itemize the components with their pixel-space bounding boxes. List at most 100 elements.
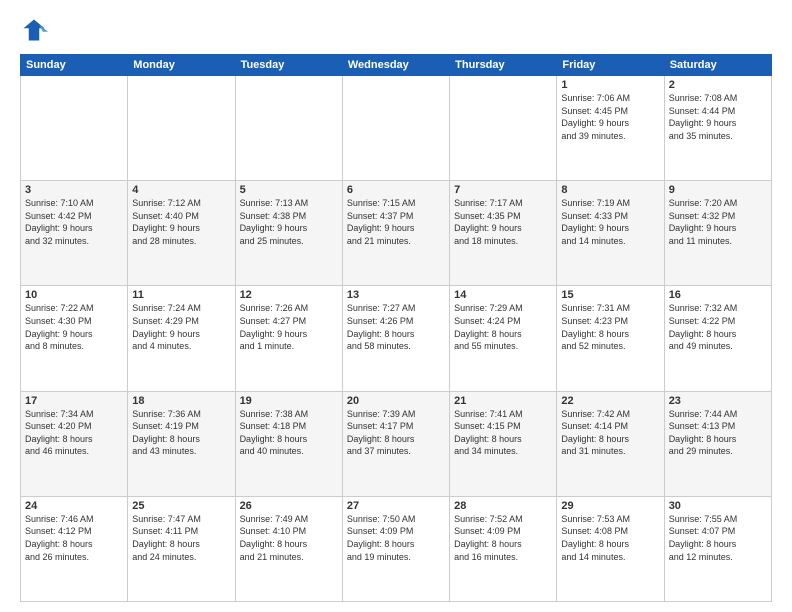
week-row-3: 17Sunrise: 7:34 AM Sunset: 4:20 PM Dayli… <box>21 391 772 496</box>
day-number: 24 <box>25 500 123 512</box>
logo <box>20 16 52 44</box>
day-info: Sunrise: 7:46 AM Sunset: 4:12 PM Dayligh… <box>25 513 123 563</box>
day-cell <box>21 76 128 181</box>
day-info: Sunrise: 7:15 AM Sunset: 4:37 PM Dayligh… <box>347 197 445 247</box>
day-number: 19 <box>240 395 338 407</box>
day-info: Sunrise: 7:32 AM Sunset: 4:22 PM Dayligh… <box>669 302 767 352</box>
day-cell <box>450 76 557 181</box>
calendar-header: SundayMondayTuesdayWednesdayThursdayFrid… <box>21 55 772 76</box>
day-cell: 24Sunrise: 7:46 AM Sunset: 4:12 PM Dayli… <box>21 496 128 601</box>
day-info: Sunrise: 7:55 AM Sunset: 4:07 PM Dayligh… <box>669 513 767 563</box>
day-info: Sunrise: 7:13 AM Sunset: 4:38 PM Dayligh… <box>240 197 338 247</box>
day-number: 18 <box>132 395 230 407</box>
logo-icon <box>20 16 48 44</box>
day-number: 30 <box>669 500 767 512</box>
calendar: SundayMondayTuesdayWednesdayThursdayFrid… <box>20 54 772 602</box>
day-number: 12 <box>240 289 338 301</box>
day-number: 8 <box>561 184 659 196</box>
day-cell: 27Sunrise: 7:50 AM Sunset: 4:09 PM Dayli… <box>342 496 449 601</box>
day-cell: 20Sunrise: 7:39 AM Sunset: 4:17 PM Dayli… <box>342 391 449 496</box>
day-number: 10 <box>25 289 123 301</box>
week-row-2: 10Sunrise: 7:22 AM Sunset: 4:30 PM Dayli… <box>21 286 772 391</box>
day-cell: 14Sunrise: 7:29 AM Sunset: 4:24 PM Dayli… <box>450 286 557 391</box>
day-cell: 30Sunrise: 7:55 AM Sunset: 4:07 PM Dayli… <box>664 496 771 601</box>
day-cell: 2Sunrise: 7:08 AM Sunset: 4:44 PM Daylig… <box>664 76 771 181</box>
weekday-wednesday: Wednesday <box>342 55 449 76</box>
day-cell: 18Sunrise: 7:36 AM Sunset: 4:19 PM Dayli… <box>128 391 235 496</box>
day-info: Sunrise: 7:50 AM Sunset: 4:09 PM Dayligh… <box>347 513 445 563</box>
day-number: 6 <box>347 184 445 196</box>
day-number: 5 <box>240 184 338 196</box>
day-info: Sunrise: 7:38 AM Sunset: 4:18 PM Dayligh… <box>240 408 338 458</box>
day-cell: 4Sunrise: 7:12 AM Sunset: 4:40 PM Daylig… <box>128 181 235 286</box>
day-info: Sunrise: 7:17 AM Sunset: 4:35 PM Dayligh… <box>454 197 552 247</box>
day-info: Sunrise: 7:22 AM Sunset: 4:30 PM Dayligh… <box>25 302 123 352</box>
day-number: 14 <box>454 289 552 301</box>
day-cell: 3Sunrise: 7:10 AM Sunset: 4:42 PM Daylig… <box>21 181 128 286</box>
week-row-4: 24Sunrise: 7:46 AM Sunset: 4:12 PM Dayli… <box>21 496 772 601</box>
week-row-1: 3Sunrise: 7:10 AM Sunset: 4:42 PM Daylig… <box>21 181 772 286</box>
weekday-saturday: Saturday <box>664 55 771 76</box>
day-info: Sunrise: 7:12 AM Sunset: 4:40 PM Dayligh… <box>132 197 230 247</box>
weekday-monday: Monday <box>128 55 235 76</box>
day-number: 13 <box>347 289 445 301</box>
day-cell: 9Sunrise: 7:20 AM Sunset: 4:32 PM Daylig… <box>664 181 771 286</box>
day-cell: 8Sunrise: 7:19 AM Sunset: 4:33 PM Daylig… <box>557 181 664 286</box>
day-number: 15 <box>561 289 659 301</box>
day-info: Sunrise: 7:44 AM Sunset: 4:13 PM Dayligh… <box>669 408 767 458</box>
day-info: Sunrise: 7:41 AM Sunset: 4:15 PM Dayligh… <box>454 408 552 458</box>
day-number: 7 <box>454 184 552 196</box>
day-info: Sunrise: 7:52 AM Sunset: 4:09 PM Dayligh… <box>454 513 552 563</box>
day-number: 21 <box>454 395 552 407</box>
day-number: 25 <box>132 500 230 512</box>
day-cell: 16Sunrise: 7:32 AM Sunset: 4:22 PM Dayli… <box>664 286 771 391</box>
day-number: 29 <box>561 500 659 512</box>
weekday-tuesday: Tuesday <box>235 55 342 76</box>
day-cell: 28Sunrise: 7:52 AM Sunset: 4:09 PM Dayli… <box>450 496 557 601</box>
day-cell: 25Sunrise: 7:47 AM Sunset: 4:11 PM Dayli… <box>128 496 235 601</box>
day-info: Sunrise: 7:10 AM Sunset: 4:42 PM Dayligh… <box>25 197 123 247</box>
weekday-thursday: Thursday <box>450 55 557 76</box>
day-cell: 10Sunrise: 7:22 AM Sunset: 4:30 PM Dayli… <box>21 286 128 391</box>
day-cell: 7Sunrise: 7:17 AM Sunset: 4:35 PM Daylig… <box>450 181 557 286</box>
day-info: Sunrise: 7:19 AM Sunset: 4:33 PM Dayligh… <box>561 197 659 247</box>
day-cell: 12Sunrise: 7:26 AM Sunset: 4:27 PM Dayli… <box>235 286 342 391</box>
day-info: Sunrise: 7:06 AM Sunset: 4:45 PM Dayligh… <box>561 92 659 142</box>
day-info: Sunrise: 7:24 AM Sunset: 4:29 PM Dayligh… <box>132 302 230 352</box>
weekday-friday: Friday <box>557 55 664 76</box>
day-cell: 22Sunrise: 7:42 AM Sunset: 4:14 PM Dayli… <box>557 391 664 496</box>
day-number: 23 <box>669 395 767 407</box>
day-number: 2 <box>669 79 767 91</box>
day-cell <box>235 76 342 181</box>
day-cell: 15Sunrise: 7:31 AM Sunset: 4:23 PM Dayli… <box>557 286 664 391</box>
day-cell <box>342 76 449 181</box>
day-number: 1 <box>561 79 659 91</box>
day-cell <box>128 76 235 181</box>
day-number: 4 <box>132 184 230 196</box>
day-cell: 23Sunrise: 7:44 AM Sunset: 4:13 PM Dayli… <box>664 391 771 496</box>
day-cell: 21Sunrise: 7:41 AM Sunset: 4:15 PM Dayli… <box>450 391 557 496</box>
day-info: Sunrise: 7:34 AM Sunset: 4:20 PM Dayligh… <box>25 408 123 458</box>
day-number: 16 <box>669 289 767 301</box>
header <box>20 16 772 44</box>
day-cell: 26Sunrise: 7:49 AM Sunset: 4:10 PM Dayli… <box>235 496 342 601</box>
day-info: Sunrise: 7:39 AM Sunset: 4:17 PM Dayligh… <box>347 408 445 458</box>
day-number: 28 <box>454 500 552 512</box>
day-info: Sunrise: 7:49 AM Sunset: 4:10 PM Dayligh… <box>240 513 338 563</box>
day-cell: 1Sunrise: 7:06 AM Sunset: 4:45 PM Daylig… <box>557 76 664 181</box>
day-info: Sunrise: 7:42 AM Sunset: 4:14 PM Dayligh… <box>561 408 659 458</box>
day-info: Sunrise: 7:31 AM Sunset: 4:23 PM Dayligh… <box>561 302 659 352</box>
day-number: 27 <box>347 500 445 512</box>
calendar-body: 1Sunrise: 7:06 AM Sunset: 4:45 PM Daylig… <box>21 76 772 602</box>
weekday-sunday: Sunday <box>21 55 128 76</box>
day-info: Sunrise: 7:47 AM Sunset: 4:11 PM Dayligh… <box>132 513 230 563</box>
day-cell: 5Sunrise: 7:13 AM Sunset: 4:38 PM Daylig… <box>235 181 342 286</box>
page: SundayMondayTuesdayWednesdayThursdayFrid… <box>0 0 792 612</box>
day-cell: 17Sunrise: 7:34 AM Sunset: 4:20 PM Dayli… <box>21 391 128 496</box>
day-number: 3 <box>25 184 123 196</box>
day-number: 9 <box>669 184 767 196</box>
weekday-row: SundayMondayTuesdayWednesdayThursdayFrid… <box>21 55 772 76</box>
day-cell: 19Sunrise: 7:38 AM Sunset: 4:18 PM Dayli… <box>235 391 342 496</box>
day-info: Sunrise: 7:53 AM Sunset: 4:08 PM Dayligh… <box>561 513 659 563</box>
day-info: Sunrise: 7:29 AM Sunset: 4:24 PM Dayligh… <box>454 302 552 352</box>
